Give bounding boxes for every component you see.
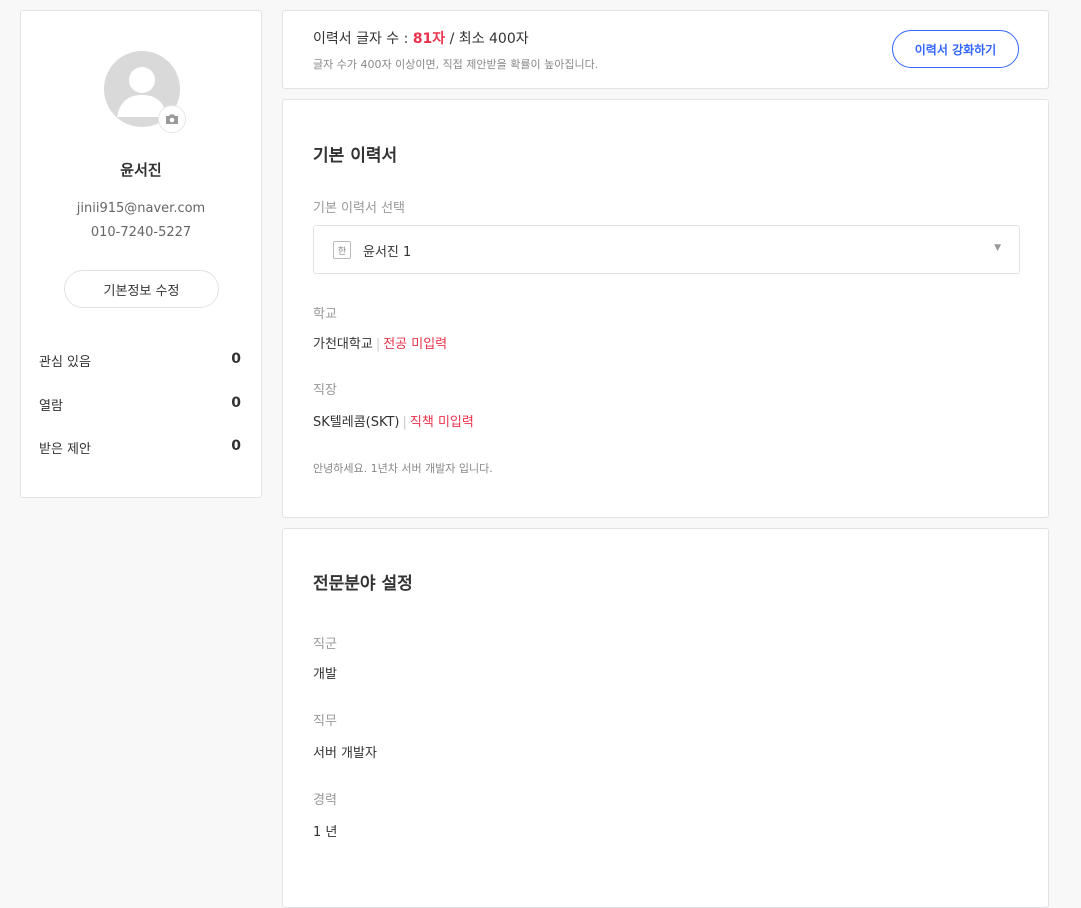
stat-label: 열람 xyxy=(39,399,63,414)
count-value: 81자 xyxy=(412,31,446,47)
stat-viewed[interactable]: 열람 0 xyxy=(39,395,241,415)
language-badge: 한 xyxy=(333,241,351,259)
resume-char-count: 이력서 글자 수 : 81자 / 최소 400자 xyxy=(313,28,529,48)
job-group-label: 직군 xyxy=(313,637,337,652)
section-title: 기본 이력서 xyxy=(313,146,398,166)
stat-offers[interactable]: 받은 제안 0 xyxy=(39,438,241,458)
major-missing[interactable]: 전공 미입력 xyxy=(383,337,447,352)
stat-value: 0 xyxy=(231,351,241,367)
stat-label: 받은 제안 xyxy=(39,442,91,457)
job-value: 서버 개발자 xyxy=(313,746,377,761)
edit-profile-button[interactable]: 기본정보 수정 xyxy=(64,270,219,308)
company-value: SK텔레콤(SKT) xyxy=(313,415,400,430)
school-label: 학교 xyxy=(313,307,337,322)
stat-label: 관심 있음 xyxy=(39,355,91,370)
basic-resume-card: 기본 이력서 기본 이력서 선택 한 윤서진 1 ▼ 학교 가천대학교 | 전공 미… xyxy=(282,99,1049,518)
expertise-card: 전문분야 설정 직군 개발 직무 서버 개발자 경력 1 년 xyxy=(282,528,1049,908)
profile-phone: 010-7240-5227 xyxy=(90,225,192,240)
job-group-value: 개발 xyxy=(313,667,337,682)
section-title: 전문분야 설정 xyxy=(313,574,413,594)
career-value: 1 년 xyxy=(313,825,338,840)
job-label: 직무 xyxy=(313,714,337,729)
school-value-row: 가천대학교 | 전공 미입력 xyxy=(313,333,447,352)
profile-name: 윤서진 xyxy=(120,161,162,179)
resume-select[interactable]: 한 윤서진 1 ▼ xyxy=(313,225,1020,274)
career-label: 경력 xyxy=(313,793,337,808)
count-suffix: / 최소 400자 xyxy=(449,31,529,47)
enhance-resume-button[interactable]: 이력서 강화하기 xyxy=(892,30,1019,68)
position-missing[interactable]: 직책 미입력 xyxy=(410,415,474,430)
stat-value: 0 xyxy=(231,438,241,454)
school-value: 가천대학교 xyxy=(313,337,373,352)
separator: | xyxy=(375,337,381,352)
stat-value: 0 xyxy=(231,395,241,411)
camera-icon[interactable] xyxy=(158,105,186,133)
profile-card: 윤서진 jinii915@naver.com 010-7240-5227 기본정… xyxy=(20,10,262,498)
profile-email: jinii915@naver.com xyxy=(76,201,206,216)
count-prefix: 이력서 글자 수 : xyxy=(313,31,409,47)
avatar[interactable] xyxy=(104,51,186,133)
stat-interested[interactable]: 관심 있음 0 xyxy=(39,351,241,371)
resume-select-label: 기본 이력서 선택 xyxy=(313,201,405,216)
caret-down-icon: ▼ xyxy=(994,243,1001,253)
resume-length-hint: 글자 수가 400자 이상이면, 직접 제안받을 확률이 높아집니다. xyxy=(313,58,599,71)
separator: | xyxy=(402,415,407,430)
company-label: 직장 xyxy=(313,383,337,398)
resume-intro: 안녕하세요. 1년차 서버 개발자 입니다. xyxy=(313,462,493,475)
resume-length-banner: 이력서 글자 수 : 81자 / 최소 400자 글자 수가 400자 이상이면… xyxy=(282,10,1049,89)
company-value-row: SK텔레콤(SKT) | 직책 미입력 xyxy=(313,411,474,430)
selected-resume: 윤서진 1 xyxy=(363,245,412,260)
